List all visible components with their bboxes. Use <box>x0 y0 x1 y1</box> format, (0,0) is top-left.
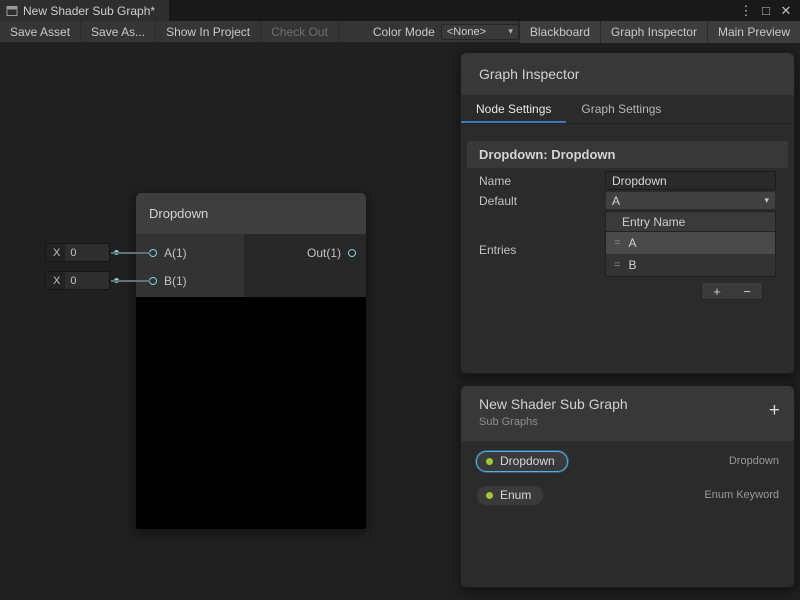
edge-a <box>111 252 150 254</box>
graph-inspector-panel: Graph Inspector Node Settings Graph Sett… <box>460 52 795 374</box>
blackboard-row-enum: Enum Enum Keyword <box>461 481 794 509</box>
show-in-project-button[interactable]: Show In Project <box>156 21 261 43</box>
entries-list-footer: + − <box>701 283 763 300</box>
save-asset-button[interactable]: Save Asset <box>0 21 81 43</box>
remove-entry-button[interactable]: − <box>737 284 757 299</box>
port-b-value-widget[interactable]: X 0 <box>45 271 110 290</box>
blackboard-header: New Shader Sub Graph Sub Graphs + <box>461 386 794 441</box>
keyword-dot-icon <box>486 458 493 465</box>
enum-property-pill[interactable]: Enum <box>476 485 544 506</box>
unity-shader-graph-window: New Shader Sub Graph* ⋮ □ ✕ Save Asset S… <box>0 0 800 600</box>
port-b-value-field[interactable]: 0 <box>65 272 109 289</box>
node-preview <box>136 297 366 529</box>
entries-list-header: Entry Name <box>606 212 775 232</box>
port-circle-out[interactable] <box>348 249 356 257</box>
axis-label-x: X <box>46 247 65 259</box>
axis-label-x: X <box>46 275 65 287</box>
node-settings-section-title: Dropdown: Dropdown <box>467 141 788 168</box>
drag-handle-icon[interactable]: = <box>614 259 620 271</box>
edge-b <box>111 280 150 282</box>
tab-node-settings[interactable]: Node Settings <box>461 95 566 123</box>
entry-row-a[interactable]: = A <box>606 232 775 254</box>
save-as-button[interactable]: Save As... <box>81 21 156 43</box>
name-label: Name <box>479 174 511 188</box>
property-type-label: Dropdown <box>729 455 779 467</box>
entries-label: Entries <box>479 243 516 257</box>
tab-graph-settings[interactable]: Graph Settings <box>566 95 676 123</box>
maximize-icon[interactable]: □ <box>758 3 774 18</box>
dropdown-node[interactable]: Dropdown A(1) B(1) Out(1) <box>135 192 367 530</box>
entry-row-b[interactable]: = B <box>606 254 775 276</box>
default-dropdown[interactable]: A ▾ <box>605 191 776 210</box>
port-a-value-widget[interactable]: X 0 <box>45 243 110 262</box>
main-preview-toggle-button[interactable]: Main Preview <box>707 21 800 43</box>
color-mode-dropdown[interactable]: <None> ▾ <box>441 24 519 40</box>
check-out-button[interactable]: Check Out <box>261 21 339 43</box>
node-title[interactable]: Dropdown <box>136 193 366 234</box>
dropdown-property-pill[interactable]: Dropdown <box>476 451 568 472</box>
input-port-b[interactable]: B(1) <box>149 274 187 288</box>
toolbar: Save Asset Save As... Show In Project Ch… <box>0 21 800 43</box>
close-icon[interactable]: ✕ <box>778 3 794 19</box>
blackboard-toggle-button[interactable]: Blackboard <box>519 21 600 43</box>
window-title: New Shader Sub Graph* <box>23 4 155 18</box>
default-label: Default <box>479 194 517 208</box>
chevron-down-icon: ▾ <box>764 195 775 206</box>
menu-icon[interactable]: ⋮ <box>738 3 754 19</box>
graph-inspector-title: Graph Inspector <box>461 53 794 95</box>
blackboard-subtitle: Sub Graphs <box>479 416 794 428</box>
add-property-button[interactable]: + <box>769 400 780 422</box>
title-bar: New Shader Sub Graph* ⋮ □ ✕ <box>0 0 800 21</box>
entries-list: Entry Name = A = B <box>605 211 776 277</box>
drag-handle-icon[interactable]: = <box>614 237 620 249</box>
color-mode-label: Color Mode <box>367 25 441 39</box>
input-port-a[interactable]: A(1) <box>149 246 187 260</box>
chevron-down-icon: ▾ <box>508 26 513 37</box>
keyword-dot-icon <box>486 492 493 499</box>
blackboard-panel: New Shader Sub Graph Sub Graphs + Dropdo… <box>460 385 795 588</box>
window-tab[interactable]: New Shader Sub Graph* <box>0 0 169 21</box>
add-entry-button[interactable]: + <box>707 284 727 299</box>
name-field[interactable]: Dropdown <box>605 171 776 190</box>
output-port-out[interactable]: Out(1) <box>307 246 356 260</box>
port-circle-a[interactable] <box>149 249 157 257</box>
window-icon <box>6 5 18 17</box>
graph-inspector-toggle-button[interactable]: Graph Inspector <box>600 21 707 43</box>
port-circle-b[interactable] <box>149 277 157 285</box>
blackboard-row-dropdown: Dropdown Dropdown <box>461 447 794 475</box>
port-a-value-field[interactable]: 0 <box>65 244 109 261</box>
color-mode-value: <None> <box>447 26 486 38</box>
graph-canvas[interactable]: Dropdown A(1) B(1) Out(1) X <box>0 43 800 600</box>
property-type-label: Enum Keyword <box>704 489 779 501</box>
blackboard-title: New Shader Sub Graph <box>479 396 794 412</box>
